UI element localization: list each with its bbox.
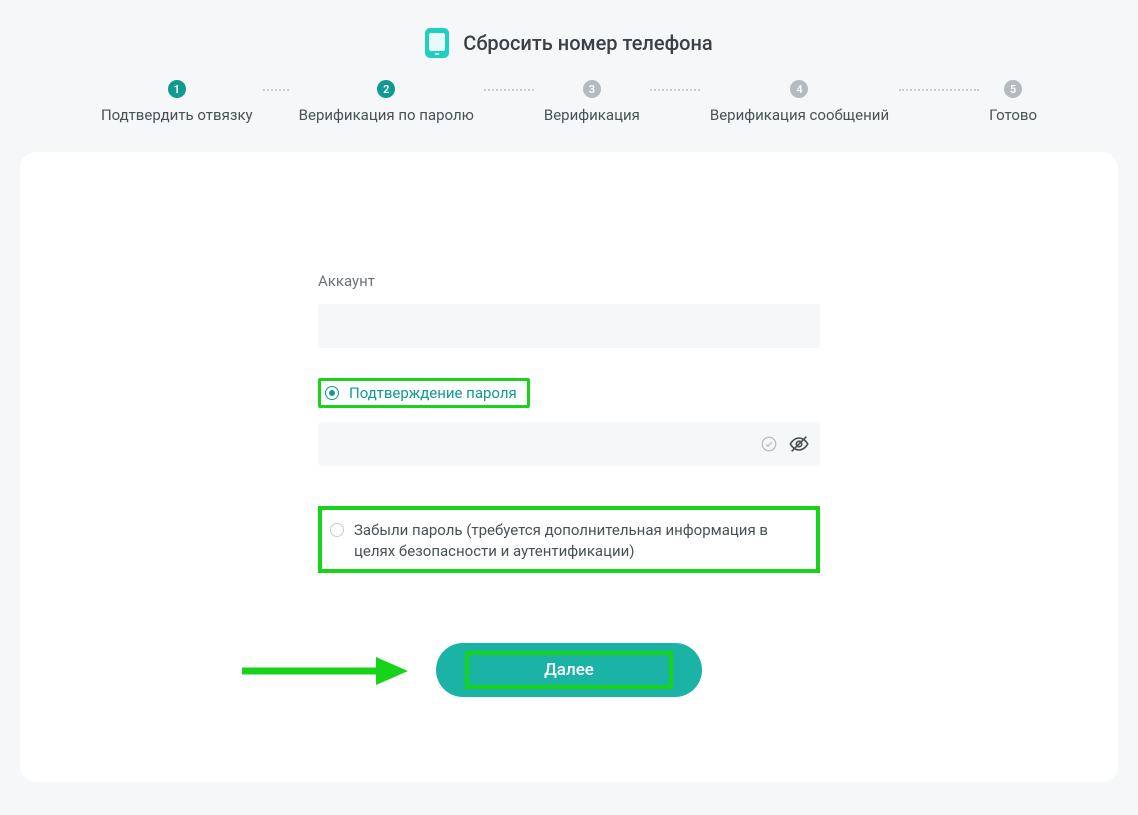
- highlight-confirm-password: Подтверждение пароля: [318, 378, 530, 408]
- radio-icon: [330, 523, 344, 537]
- page-header: Сбросить номер телефона: [0, 0, 1138, 80]
- phone-icon: [425, 28, 449, 58]
- option-label: Подтверждение пароля: [349, 383, 517, 403]
- step-5: 5 Готово: [989, 80, 1037, 124]
- step-1: 1 Подтвердить отвязку: [101, 80, 253, 124]
- highlight-forgot-password: Забыли пароль (требуется дополнительная …: [318, 506, 820, 573]
- account-label: Аккаунт: [318, 272, 820, 290]
- step-divider: [650, 89, 700, 91]
- step-number: 1: [168, 80, 186, 98]
- step-number: 2: [377, 80, 395, 98]
- step-divider: [263, 89, 289, 91]
- step-number: 5: [1004, 80, 1022, 98]
- step-label: Верификация: [544, 106, 640, 124]
- step-divider: [484, 89, 534, 91]
- step-3: 3 Верификация: [544, 80, 640, 124]
- option-confirm-password[interactable]: Подтверждение пароля: [325, 383, 517, 403]
- highlight-next: Далее: [465, 651, 673, 689]
- eye-off-icon[interactable]: [788, 433, 810, 455]
- step-4: 4 Верификация сообщений: [710, 80, 889, 124]
- form-card: Аккаунт Подтверждение пароля: [20, 152, 1118, 782]
- next-button[interactable]: Далее: [436, 643, 702, 697]
- account-input[interactable]: [318, 304, 820, 348]
- step-label: Подтвердить отвязку: [101, 106, 253, 124]
- arrow-annotation: [238, 651, 418, 691]
- step-number: 4: [790, 80, 808, 98]
- step-number: 3: [583, 80, 601, 98]
- next-label: Далее: [544, 660, 594, 680]
- step-label: Готово: [989, 106, 1037, 124]
- step-2: 2 Верификация по паролю: [299, 80, 474, 124]
- step-divider: [899, 89, 979, 91]
- step-label: Верификация сообщений: [710, 106, 889, 124]
- page-title: Сбросить номер телефона: [463, 31, 712, 55]
- step-label: Верификация по паролю: [299, 106, 474, 124]
- password-input[interactable]: [318, 422, 820, 466]
- radio-icon: [325, 386, 339, 400]
- option-label: Забыли пароль (требуется дополнительная …: [354, 520, 808, 561]
- checkmark-icon: [760, 435, 778, 453]
- stepper: 1 Подтвердить отвязку 2 Верификация по п…: [0, 80, 1138, 124]
- option-forgot-password[interactable]: Забыли пароль (требуется дополнительная …: [330, 520, 808, 561]
